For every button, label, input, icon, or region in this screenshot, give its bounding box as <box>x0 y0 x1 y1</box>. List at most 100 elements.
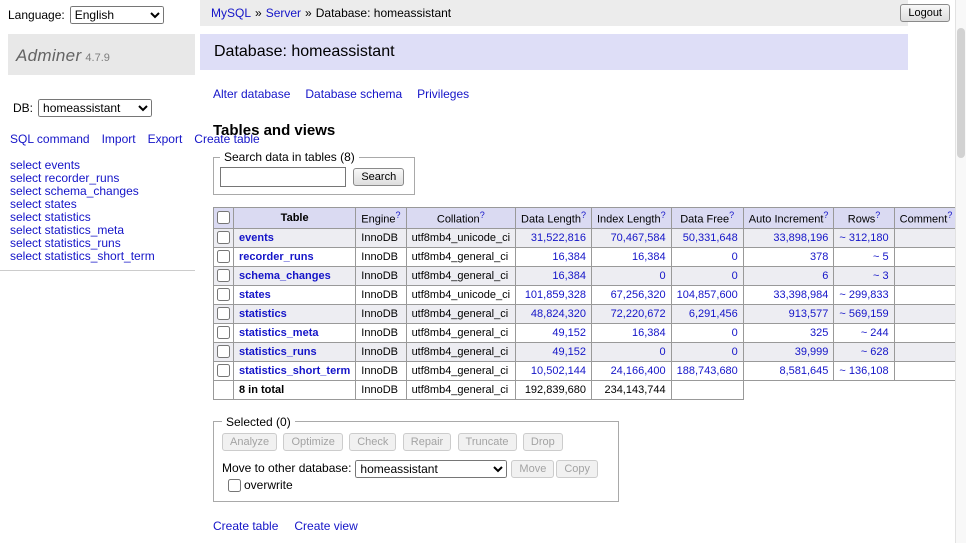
index-length-link[interactable]: 0 <box>660 346 666 358</box>
row-checkbox[interactable] <box>217 231 230 244</box>
rows-count-link[interactable]: ~ 244 <box>861 327 889 339</box>
index-length-cell: 70,467,584 <box>591 228 671 247</box>
row-checkbox[interactable] <box>217 288 230 301</box>
help-link[interactable]: ? <box>729 210 734 220</box>
auto-increment-link[interactable]: 8,581,645 <box>779 365 828 377</box>
rows-count-link[interactable]: ~ 299,833 <box>839 289 888 301</box>
index-length-link[interactable]: 24,166,400 <box>611 365 666 377</box>
table-name-link[interactable]: statistics_short_term <box>239 365 350 377</box>
data-free-link[interactable]: 0 <box>732 346 738 358</box>
logout-button[interactable]: Logout <box>900 4 950 22</box>
index-length-link[interactable]: 70,467,584 <box>611 232 666 244</box>
row-checkbox[interactable] <box>217 307 230 320</box>
breadcrumb-server-link[interactable]: Server <box>266 6 301 20</box>
search-button[interactable]: Search <box>353 168 404 186</box>
sidebar-table-link[interactable]: select statistics_short_term <box>10 250 195 263</box>
help-link[interactable]: ? <box>875 210 880 220</box>
table-name-cell: statistics_runs <box>234 342 356 361</box>
drop-button[interactable]: Drop <box>523 433 563 451</box>
index-length-link[interactable]: 0 <box>660 270 666 282</box>
auto-increment-link[interactable]: 913,577 <box>789 308 829 320</box>
create-table-link[interactable]: Create table <box>213 519 278 533</box>
table-name-link[interactable]: events <box>239 232 274 244</box>
repair-button[interactable]: Repair <box>403 433 451 451</box>
data-length-link[interactable]: 16,384 <box>552 251 586 263</box>
auto-increment-link[interactable]: 33,898,196 <box>773 232 828 244</box>
help-link[interactable]: ? <box>396 210 401 220</box>
index-length-link[interactable]: 67,256,320 <box>611 289 666 301</box>
analyze-button[interactable]: Analyze <box>222 433 277 451</box>
sql-command-link[interactable]: SQL command <box>10 132 90 146</box>
auto-increment-link[interactable]: 33,398,984 <box>773 289 828 301</box>
data-free-link[interactable]: 0 <box>732 327 738 339</box>
table-name-link[interactable]: recorder_runs <box>239 251 314 263</box>
create-view-link[interactable]: Create view <box>294 519 357 533</box>
data-length-link[interactable]: 10,502,144 <box>531 365 586 377</box>
help-link[interactable]: ? <box>581 210 586 220</box>
data-free-link[interactable]: 6,291,456 <box>689 308 738 320</box>
table-name-link[interactable]: states <box>239 289 271 301</box>
table-name-link[interactable]: schema_changes <box>239 270 331 282</box>
optimize-button[interactable]: Optimize <box>283 433 342 451</box>
database-schema-link[interactable]: Database schema <box>305 87 402 101</box>
data-length-link[interactable]: 16,384 <box>552 270 586 282</box>
auto-increment-link[interactable]: 325 <box>810 327 828 339</box>
data-free-link[interactable]: 104,857,600 <box>677 289 738 301</box>
data-length-link[interactable]: 49,152 <box>552 327 586 339</box>
import-link[interactable]: Import <box>102 132 136 146</box>
rows-count-link[interactable]: ~ 628 <box>861 346 889 358</box>
data-free-link[interactable]: 50,331,648 <box>683 232 738 244</box>
data-free-link[interactable]: 0 <box>732 251 738 263</box>
overwrite-label[interactable]: overwrite <box>244 478 293 492</box>
total-empty-cell <box>214 380 234 399</box>
help-link[interactable]: ? <box>661 210 666 220</box>
alter-database-link[interactable]: Alter database <box>213 87 290 101</box>
help-link[interactable]: ? <box>947 210 952 220</box>
row-checkbox[interactable] <box>217 364 230 377</box>
auto-increment-link[interactable]: 6 <box>822 270 828 282</box>
overwrite-checkbox[interactable] <box>228 479 241 492</box>
index-length-cell: 72,220,672 <box>591 304 671 323</box>
row-checkbox[interactable] <box>217 326 230 339</box>
col-index-length: Index Length? <box>591 208 671 229</box>
row-checkbox[interactable] <box>217 269 230 282</box>
data-length-link[interactable]: 101,859,328 <box>525 289 586 301</box>
auto-increment-link[interactable]: 378 <box>810 251 828 263</box>
scrollbar-thumb[interactable] <box>957 28 965 158</box>
search-input[interactable] <box>220 167 346 187</box>
help-link[interactable]: ? <box>480 210 485 220</box>
copy-button[interactable]: Copy <box>556 460 598 478</box>
export-link[interactable]: Export <box>148 132 183 146</box>
breadcrumb-mysql-link[interactable]: MySQL <box>211 6 251 20</box>
data-free-cell: 0 <box>671 266 743 285</box>
rows-count-link[interactable]: ~ 569,159 <box>839 308 888 320</box>
table-name-link[interactable]: statistics_runs <box>239 346 317 358</box>
data-length-link[interactable]: 31,522,816 <box>531 232 586 244</box>
row-checkbox[interactable] <box>217 345 230 358</box>
db-select[interactable]: homeassistant <box>38 99 152 117</box>
rows-count-link[interactable]: ~ 312,180 <box>839 232 888 244</box>
table-name-link[interactable]: statistics <box>239 308 287 320</box>
truncate-button[interactable]: Truncate <box>458 433 517 451</box>
rows-count-link[interactable]: ~ 3 <box>873 270 889 282</box>
index-length-link[interactable]: 16,384 <box>632 327 666 339</box>
auto-increment-link[interactable]: 39,999 <box>795 346 829 358</box>
rows-count-link[interactable]: ~ 136,108 <box>839 365 888 377</box>
table-name-link[interactable]: statistics_meta <box>239 327 319 339</box>
language-select[interactable]: English <box>70 6 164 24</box>
data-length-link[interactable]: 49,152 <box>552 346 586 358</box>
check-button[interactable]: Check <box>349 433 396 451</box>
index-length-link[interactable]: 16,384 <box>632 251 666 263</box>
vertical-scrollbar[interactable] <box>955 0 966 543</box>
rows-count-link[interactable]: ~ 5 <box>873 251 889 263</box>
select-all-checkbox[interactable] <box>217 211 230 224</box>
help-link[interactable]: ? <box>823 210 828 220</box>
index-length-link[interactable]: 72,220,672 <box>611 308 666 320</box>
data-free-link[interactable]: 0 <box>732 270 738 282</box>
move-button[interactable]: Move <box>511 460 554 478</box>
move-db-select[interactable]: homeassistant <box>355 460 507 478</box>
data-length-link[interactable]: 48,824,320 <box>531 308 586 320</box>
privileges-link[interactable]: Privileges <box>417 87 469 101</box>
row-checkbox[interactable] <box>217 250 230 263</box>
data-free-link[interactable]: 188,743,680 <box>677 365 738 377</box>
